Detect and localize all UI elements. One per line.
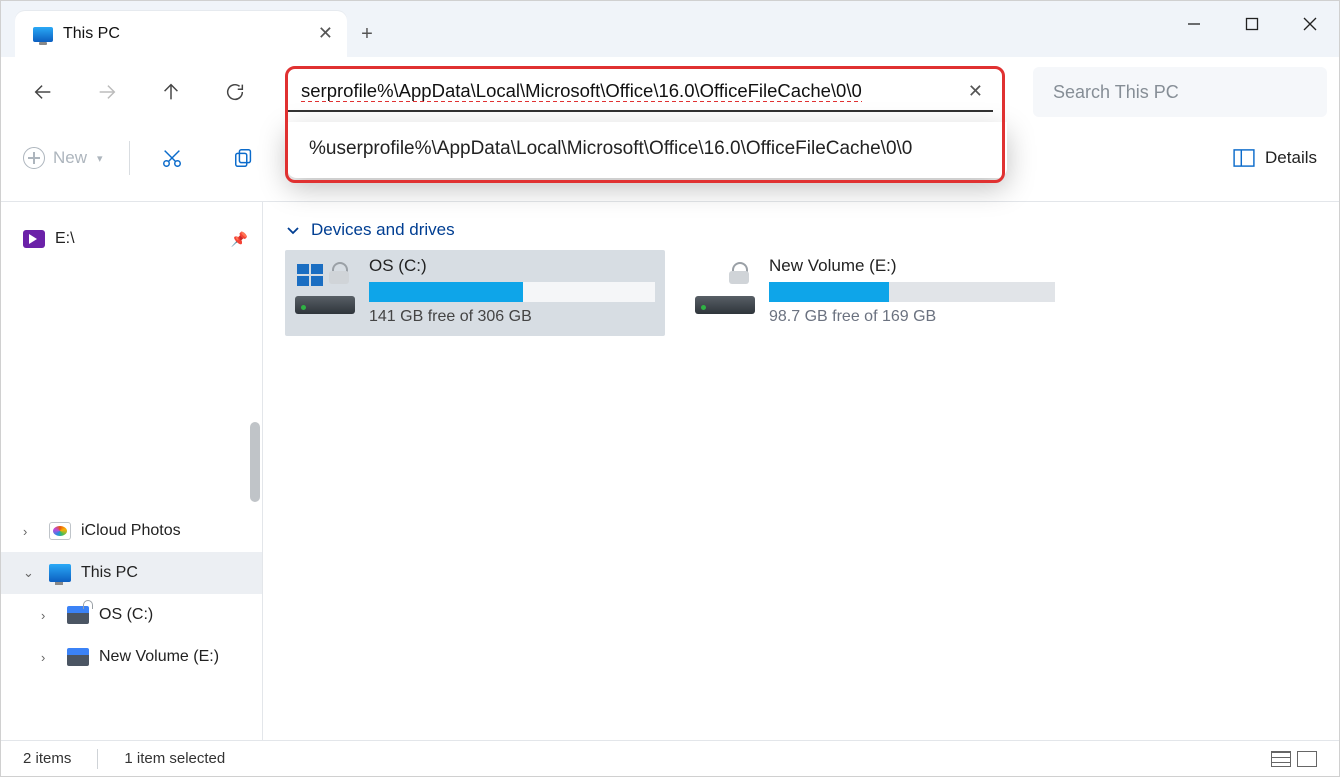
back-button[interactable] xyxy=(13,62,73,122)
explorer-body: E:\ 📌 › iCloud Photos ⌄ This PC › OS (C:… xyxy=(1,201,1339,740)
chevron-right-icon: › xyxy=(41,650,57,665)
sidebar-item-label: New Volume (E:) xyxy=(99,648,219,666)
tab-close-button[interactable]: ✕ xyxy=(318,23,333,44)
sidebar-item-icloud[interactable]: › iCloud Photos xyxy=(1,510,262,552)
drive-os-c[interactable]: OS (C:) 141 GB free of 306 GB xyxy=(285,250,665,336)
drive-name: OS (C:) xyxy=(369,256,655,276)
list-view-button[interactable] xyxy=(1271,751,1291,767)
maximize-button[interactable] xyxy=(1223,1,1281,47)
item-count: 2 items xyxy=(23,750,71,767)
cut-button[interactable] xyxy=(156,142,188,174)
search-input[interactable] xyxy=(1053,82,1307,103)
video-folder-icon xyxy=(23,230,45,248)
forward-button[interactable] xyxy=(77,62,137,122)
chevron-down-icon: ▾ xyxy=(97,152,103,165)
tiles-view-button[interactable] xyxy=(1297,751,1317,767)
address-clear-button[interactable]: ✕ xyxy=(968,81,983,102)
drive-new-volume-e[interactable]: New Volume (E:) 98.7 GB free of 169 GB xyxy=(685,250,1065,336)
chevron-down-icon: ⌄ xyxy=(23,565,39,581)
separator xyxy=(97,749,98,769)
separator xyxy=(129,141,130,175)
sidebar-item-label: iCloud Photos xyxy=(81,522,181,540)
plus-circle-icon xyxy=(23,147,45,169)
sidebar-item-new-volume[interactable]: › New Volume (E:) xyxy=(1,636,262,678)
capacity-bar xyxy=(769,282,1055,302)
drive-name: New Volume (E:) xyxy=(769,256,1055,276)
status-bar: 2 items 1 item selected xyxy=(1,740,1339,776)
sidebar-item-this-pc[interactable]: ⌄ This PC xyxy=(1,552,262,594)
address-suggestions: %userprofile%\AppData\Local\Microsoft\Of… xyxy=(287,122,1007,178)
new-button[interactable]: New ▾ xyxy=(23,147,103,169)
chevron-right-icon: › xyxy=(41,608,57,623)
up-button[interactable] xyxy=(141,62,201,122)
pin-icon: 📌 xyxy=(231,231,248,248)
sidebar-item-label: E:\ xyxy=(55,230,75,248)
chevron-right-icon: › xyxy=(23,524,39,539)
scrollbar-thumb[interactable] xyxy=(250,422,260,502)
minimize-button[interactable] xyxy=(1165,1,1223,47)
os-drive-icon xyxy=(295,262,355,322)
this-pc-icon xyxy=(33,27,53,42)
address-suggestion-item[interactable]: %userprofile%\AppData\Local\Microsoft\Of… xyxy=(287,132,1007,166)
group-label: Devices and drives xyxy=(311,220,455,240)
copy-button[interactable] xyxy=(228,142,260,174)
tab-title: This PC xyxy=(63,25,120,43)
sidebar-item-os-c[interactable]: › OS (C:) xyxy=(1,594,262,636)
navigation-pane[interactable]: E:\ 📌 › iCloud Photos ⌄ This PC › OS (C:… xyxy=(1,202,263,740)
selection-count: 1 item selected xyxy=(124,750,225,767)
plus-icon: + xyxy=(361,23,373,46)
search-box[interactable] xyxy=(1033,67,1327,117)
address-text: serprofile%\AppData\Local\Microsoft\Offi… xyxy=(301,80,862,102)
drive-free-text: 141 GB free of 306 GB xyxy=(369,308,655,326)
details-view-button[interactable]: Details xyxy=(1233,148,1317,168)
sidebar-item-label: This PC xyxy=(81,564,138,582)
content-pane[interactable]: Devices and drives OS (C:) 141 GB free o… xyxy=(263,202,1339,740)
drive-icon xyxy=(67,648,89,666)
icloud-photos-icon xyxy=(49,522,71,540)
details-icon xyxy=(1233,149,1255,167)
refresh-button[interactable] xyxy=(205,62,265,122)
title-bar: This PC ✕ + xyxy=(1,1,1339,57)
details-label: Details xyxy=(1265,148,1317,168)
chevron-down-icon xyxy=(285,222,301,238)
view-mode-buttons xyxy=(1271,751,1317,767)
group-header-devices[interactable]: Devices and drives xyxy=(285,220,1317,240)
drives-list: OS (C:) 141 GB free of 306 GB New Volume… xyxy=(285,250,1317,336)
this-pc-icon xyxy=(49,564,71,582)
drive-icon xyxy=(67,606,89,624)
tab-this-pc[interactable]: This PC ✕ xyxy=(15,11,347,57)
close-button[interactable] xyxy=(1281,1,1339,47)
new-tab-button[interactable]: + xyxy=(347,11,387,57)
new-label: New xyxy=(53,148,87,168)
navigation-bar: serprofile%\AppData\Local\Microsoft\Offi… xyxy=(1,57,1339,127)
sidebar-item-e-drive[interactable]: E:\ 📌 xyxy=(1,218,262,260)
sidebar-item-label: OS (C:) xyxy=(99,606,153,624)
drive-icon xyxy=(695,262,755,322)
address-bar[interactable]: serprofile%\AppData\Local\Microsoft\Offi… xyxy=(287,72,993,112)
capacity-bar xyxy=(369,282,655,302)
drive-free-text: 98.7 GB free of 169 GB xyxy=(769,308,1055,326)
